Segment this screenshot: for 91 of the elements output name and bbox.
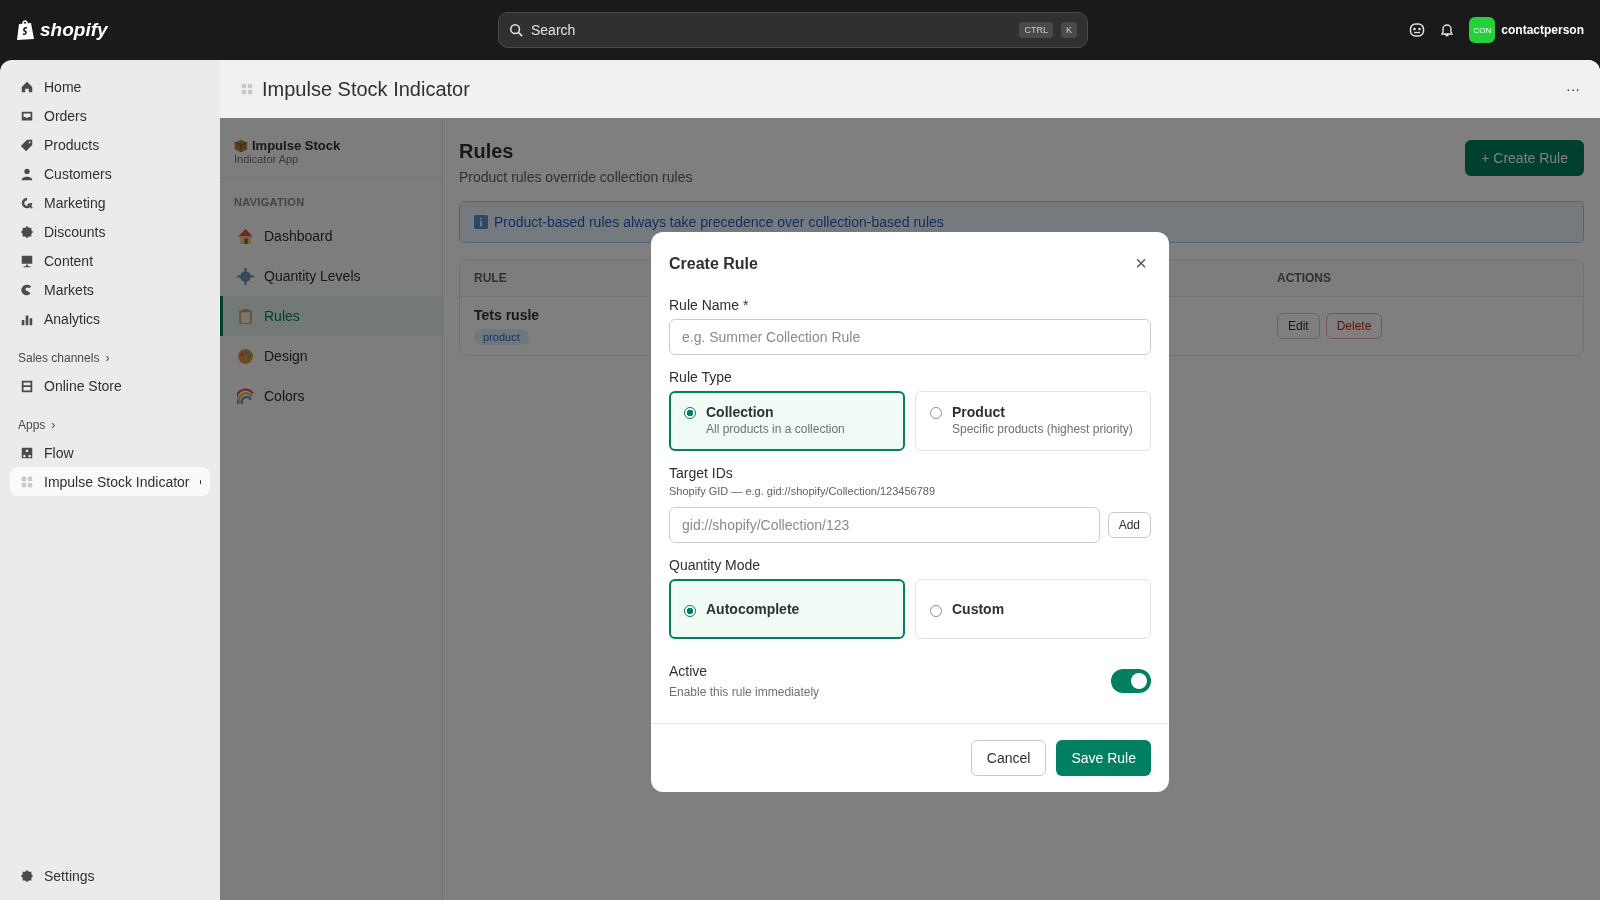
- nav-icon: [20, 79, 34, 94]
- add-button[interactable]: Add: [1107, 512, 1151, 538]
- more-actions-button[interactable]: ···: [1566, 81, 1580, 97]
- save-rule-button[interactable]: Save Rule: [1056, 740, 1151, 776]
- sidebar-item[interactable]: Orders: [10, 101, 210, 130]
- field-label: Rule Name *: [669, 297, 750, 313]
- section-title[interactable]: Apps: [18, 418, 46, 432]
- nav-icon: [20, 195, 34, 210]
- radio-button[interactable]: [930, 604, 942, 617]
- page-subtitle: Product rules override collection rules: [459, 169, 693, 185]
- app-grid-icon: [240, 82, 254, 96]
- keyboard-key: K: [1061, 22, 1077, 38]
- nav-icon: [20, 474, 34, 489]
- column-header: ACTIONS: [1276, 270, 1332, 287]
- rule-name: Tets rusle: [473, 307, 541, 323]
- nav-icon: [20, 378, 34, 393]
- sidebar-item[interactable]: Impulse Stock Indicator: [10, 467, 210, 496]
- nav-icon: [20, 282, 34, 297]
- field-label: Active: [669, 663, 709, 679]
- user-name[interactable]: contactperson: [1501, 23, 1584, 37]
- sidebar-item[interactable]: Customers: [10, 159, 210, 188]
- radio-button[interactable]: [684, 604, 696, 617]
- sidebar-item[interactable]: Content: [10, 246, 210, 275]
- field-label: Rule Type: [669, 369, 733, 385]
- dialog-title: Create Rule: [669, 254, 758, 273]
- nav-item[interactable]: Quantity Levels: [220, 256, 442, 296]
- option-title: Custom: [952, 601, 1005, 617]
- active-toggle[interactable]: [1111, 669, 1151, 693]
- settings-icon: [20, 868, 34, 883]
- field-description: Enable this rule immediately: [669, 685, 820, 699]
- field-label: Target IDs: [669, 465, 734, 481]
- nav-icon: [237, 267, 254, 285]
- field-hint: Shopify GID — e.g. gid://shopify/Collection/123456789: [669, 485, 936, 497]
- sidebar-item[interactable]: Home: [10, 72, 210, 101]
- quantity-mode-option[interactable]: Autocomplete: [669, 579, 905, 639]
- quantity-mode-option[interactable]: Custom: [915, 579, 1151, 639]
- chevron-icon: ›: [51, 418, 56, 432]
- nav-icon: [20, 253, 34, 268]
- option-description: All products in a collection: [706, 422, 845, 436]
- radio-button[interactable]: [930, 407, 942, 419]
- keyboard-key: CTRL: [1019, 22, 1053, 38]
- rule-name-field[interactable]: e.g. Summer Collection Rule: [669, 319, 1151, 355]
- section-title[interactable]: Sales channels: [18, 351, 100, 365]
- chevron-icon: ›: [105, 351, 110, 365]
- shopping-bag-icon: [16, 19, 36, 41]
- close-button[interactable]: ×: [1131, 252, 1151, 275]
- box-icon: [234, 138, 248, 153]
- sidebar-item[interactable]: Marketing: [10, 188, 210, 217]
- option-title: Autocomplete: [706, 601, 800, 617]
- app-title: Impulse Stock Indicator: [262, 77, 470, 101]
- cancel-button[interactable]: Cancel: [970, 740, 1047, 776]
- app-brand: Impulse Stock: [252, 138, 341, 153]
- rule-type-option[interactable]: Collection All products in a collection: [669, 391, 905, 451]
- nav-item[interactable]: Design: [220, 336, 442, 376]
- sidebar-item[interactable]: Online Store: [10, 371, 210, 400]
- edit-button[interactable]: Edit: [1277, 313, 1320, 339]
- bell-icon[interactable]: [1439, 22, 1456, 38]
- sidebar-item[interactable]: Analytics: [10, 304, 210, 333]
- rule-type-tag: product: [474, 329, 529, 345]
- option-description: Specific products (highest priority): [952, 422, 1133, 436]
- nav-icon: [20, 137, 34, 152]
- nav-icon: [237, 307, 254, 325]
- option-title: Product: [952, 404, 1006, 420]
- search-icon: [509, 23, 523, 37]
- chat-face-icon[interactable]: [1409, 22, 1426, 38]
- nav-icon: [20, 224, 34, 239]
- radio-button[interactable]: [684, 407, 696, 419]
- column-header: RULE: [473, 270, 508, 287]
- nav-icon: [20, 445, 34, 460]
- sidebar-item[interactable]: Markets: [10, 275, 210, 304]
- option-title: Collection: [706, 404, 775, 420]
- nav-heading: NAVIGATION: [233, 195, 306, 210]
- sidebar-item[interactable]: Products: [10, 130, 210, 159]
- nav-icon: [237, 347, 254, 365]
- nav-item[interactable]: Colors: [220, 376, 442, 416]
- nav-icon: [237, 227, 254, 245]
- page-title: Rules: [459, 140, 515, 163]
- nav-icon: [20, 166, 34, 181]
- target-id-field[interactable]: gid://shopify/Collection/123: [669, 507, 1100, 543]
- nav-icon: [237, 387, 254, 405]
- logo-text: shopify: [40, 19, 108, 41]
- info-banner-text: Product-based rules always take precedence over collection-based rules: [494, 214, 944, 230]
- settings-link[interactable]: Settings: [10, 861, 210, 890]
- info-icon: [474, 215, 488, 229]
- rule-type-option[interactable]: Product Specific products (highest priority): [915, 391, 1151, 451]
- sidebar-item[interactable]: Flow: [10, 438, 210, 467]
- search-field[interactable]: Search CTRL K: [498, 12, 1088, 48]
- field-label: Quantity Mode: [669, 557, 762, 573]
- app-brand-subtitle: Indicator App: [234, 153, 300, 165]
- nav-item[interactable]: Dashboard: [220, 216, 442, 256]
- sidebar-item[interactable]: Discounts: [10, 217, 210, 246]
